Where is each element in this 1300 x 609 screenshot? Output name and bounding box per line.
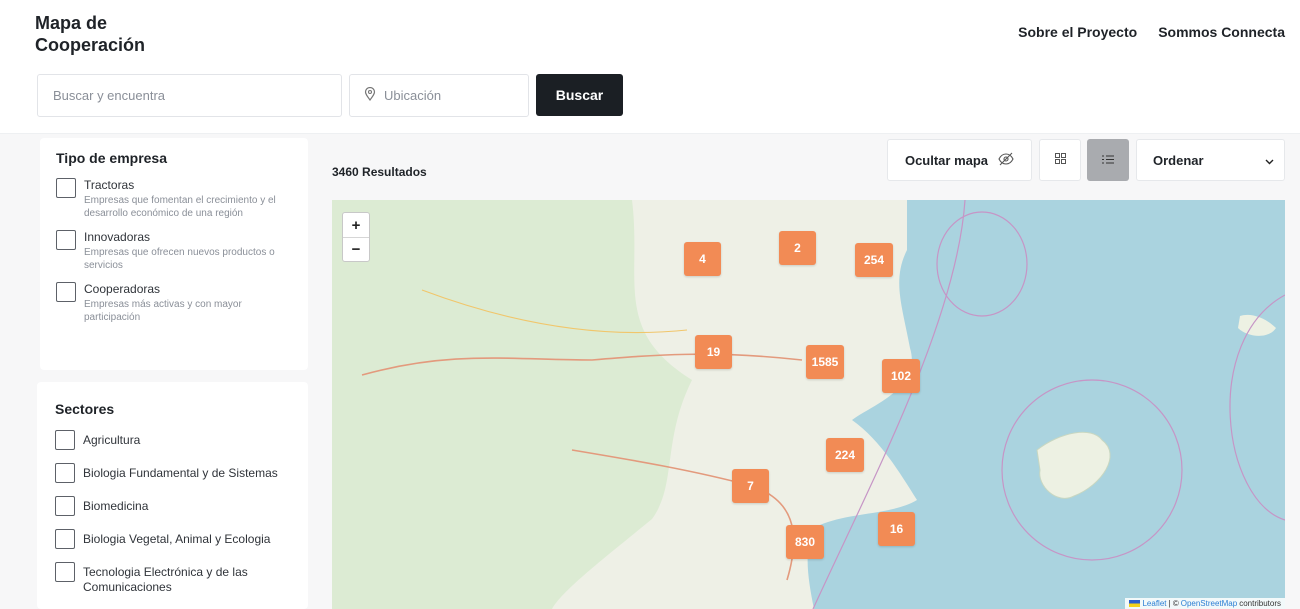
company-type-option[interactable]: Cooperadoras Empresas más activas y con … [56,282,292,324]
chevron-down-icon [1265,153,1274,168]
innovadoras-checkbox[interactable] [56,230,76,250]
company-type-title: Tipo de empresa [56,150,168,166]
nav-link-connecta[interactable]: Sommos Connecta [1158,24,1285,40]
cooperadoras-checkbox[interactable] [56,282,76,302]
search-placeholder: Buscar y encuentra [53,88,166,103]
zoom-in-button[interactable]: + [343,213,369,237]
map-cluster-marker[interactable]: 224 [826,438,864,472]
map-cluster-marker[interactable]: 16 [878,512,915,546]
sector-option[interactable]: Biomedicina [55,496,290,516]
sector-checkbox[interactable] [55,496,75,516]
zoom-out-button[interactable]: − [343,237,369,261]
option-description: Empresas más activas y con mayor partici… [84,299,242,323]
company-type-option[interactable]: Tractoras Empresas que fomentan el creci… [56,178,292,220]
attribution-suffix: contributors [1239,599,1281,608]
map-pin-icon [364,86,376,104]
tractoras-checkbox[interactable] [56,178,76,198]
hide-map-button[interactable]: Ocultar mapa [887,139,1032,181]
map-cluster-marker[interactable]: 830 [786,525,824,559]
sector-label: Biomedicina [83,499,149,513]
location-placeholder: Ubicación [384,88,442,103]
sector-option[interactable]: Biologia Vegetal, Animal y Ecologia [55,529,290,549]
map-cluster-marker[interactable]: 2 [779,231,816,265]
sector-checkbox[interactable] [55,430,75,450]
grid-view-button[interactable] [1039,139,1081,181]
grid-icon [1054,151,1066,169]
location-input[interactable]: Ubicación [349,74,529,117]
site-title[interactable]: Mapa de Cooperación [35,12,175,56]
ukraine-flag-icon [1129,600,1141,607]
sort-select[interactable]: Ordenar [1136,139,1285,181]
top-navigation: Sobre el Proyecto Sommos Connecta [1018,24,1285,40]
cooperation-map[interactable]: + − 4 2 254 19 1585 102 224 7 16 830 Lea… [332,200,1285,609]
hide-map-label: Ocultar mapa [904,152,989,168]
option-description: Empresas que ofrecen nuevos productos o … [84,247,275,271]
sector-option[interactable]: Agricultura [55,430,290,450]
results-count: 3460 Resultados [332,165,427,179]
sector-label: Agricultura [83,433,141,447]
openstreetmap-link[interactable]: OpenStreetMap [1181,599,1237,608]
option-description: Empresas que fomentan el crecimiento y e… [84,195,276,219]
company-type-option[interactable]: Innovadoras Empresas que ofrecen nuevos … [56,230,292,272]
search-button[interactable]: Buscar [536,74,623,116]
map-cluster-marker[interactable]: 19 [695,335,732,369]
map-cluster-marker[interactable]: 102 [882,359,920,393]
sector-label: Biologia Vegetal, Animal y Ecologia [83,532,271,546]
list-view-button[interactable] [1087,139,1129,181]
eye-off-icon [998,152,1014,169]
zoom-controls: + − [342,212,370,262]
sector-checkbox[interactable] [55,529,75,549]
attribution-separator: | © [1168,599,1179,608]
nav-link-about[interactable]: Sobre el Proyecto [1018,24,1137,40]
sector-checkbox[interactable] [55,562,75,582]
sector-label: Biologia Fundamental y de Sistemas [83,466,278,480]
sectors-filter: Sectores Agricultura Biologia Fundamenta… [37,382,308,609]
sector-checkbox[interactable] [55,463,75,483]
map-cluster-marker[interactable]: 7 [732,469,769,503]
sort-label: Ordenar [1153,152,1204,168]
map-cluster-marker[interactable]: 1585 [806,345,844,379]
option-label: Cooperadoras [84,282,161,296]
map-cluster-marker[interactable]: 4 [684,242,721,276]
search-input[interactable]: Buscar y encuentra [37,74,342,117]
sectors-title: Sectores [55,401,115,417]
map-attribution: Leaflet | © OpenStreetMap contributors [1125,598,1285,609]
sector-label: Tecnologia Electrónica y de las Comunica… [83,565,248,594]
sector-option[interactable]: Tecnologia Electrónica y de las Comunica… [55,562,290,595]
option-label: Innovadoras [84,230,151,244]
company-type-filter: Tipo de empresa Tractoras Empresas que f… [40,138,308,370]
sector-option[interactable]: Biologia Fundamental y de Sistemas [55,463,290,483]
leaflet-link[interactable]: Leaflet [1142,599,1166,608]
list-icon [1102,151,1114,169]
option-label: Tractoras [84,178,135,192]
map-cluster-marker[interactable]: 254 [855,243,893,277]
